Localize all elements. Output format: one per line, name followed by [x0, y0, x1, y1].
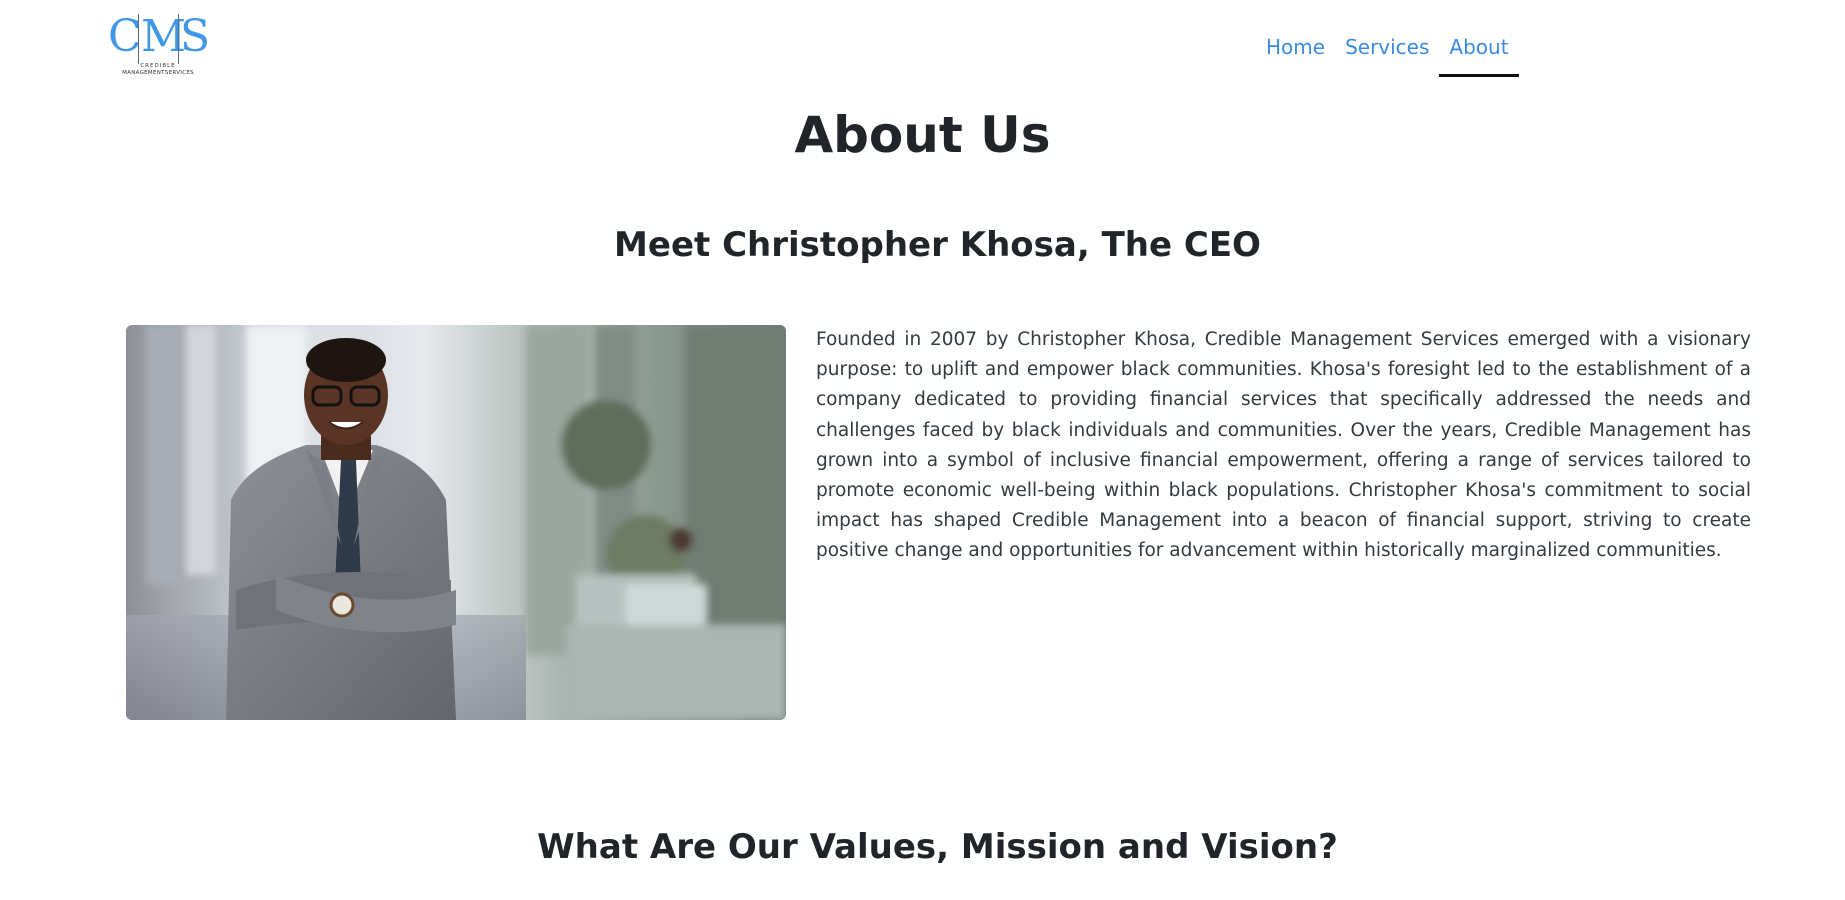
- navbar: C M S CREDIBLE MANAGEMENTSERVICES Home S…: [0, 0, 1845, 90]
- logo-subtitle-line1: CREDIBLE: [140, 63, 176, 69]
- logo-letters: C M S: [106, 11, 211, 64]
- ceo-bio-paragraph: Founded in 2007 by Christopher Khosa, Cr…: [816, 329, 1751, 562]
- logo-divider: [138, 14, 139, 64]
- logo-letter-s: S: [180, 11, 211, 62]
- nav-about-link[interactable]: About: [1439, 30, 1519, 77]
- values-heading: What Are Our Values, Mission and Vision?: [537, 827, 1338, 867]
- logo-subtitle-line2: MANAGEMENTSERVICES: [122, 70, 194, 76]
- ceo-portrait-photo: [126, 325, 786, 720]
- page-title: About Us: [794, 106, 1051, 164]
- nav-services-link[interactable]: Services: [1335, 30, 1439, 77]
- logo-divider: [178, 14, 179, 64]
- cms-logo[interactable]: C M S CREDIBLE MANAGEMENTSERVICES: [106, 8, 210, 80]
- ceo-heading: Meet Christopher Khosa, The CEO: [614, 225, 1261, 265]
- logo-letter-c: C: [108, 11, 142, 62]
- ceo-portrait-image: [126, 325, 786, 720]
- nav-home-link[interactable]: Home: [1256, 30, 1335, 77]
- main-nav: Home Services About: [1256, 30, 1519, 77]
